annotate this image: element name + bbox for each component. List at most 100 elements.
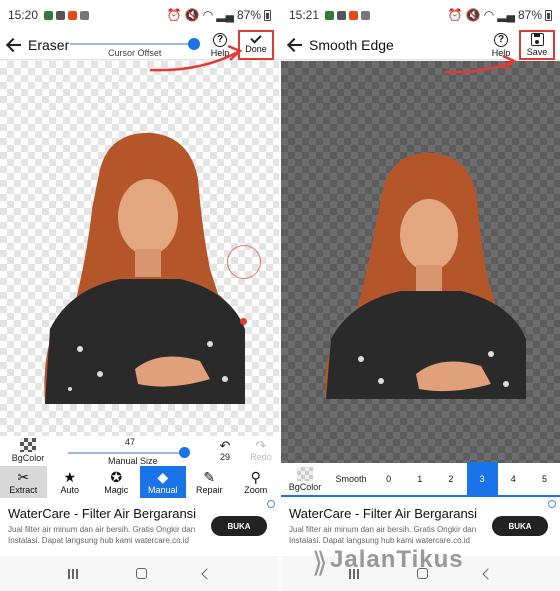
battery-icon	[545, 9, 552, 21]
signal-icon: ▂▄	[216, 8, 234, 22]
ad-description: Jual filter air minum dan air bersih. Gr…	[289, 525, 477, 545]
help-button[interactable]: ? Help	[486, 30, 516, 60]
slider-caption: Cursor Offset	[108, 48, 162, 58]
check-icon	[250, 31, 262, 44]
page-title: Eraser	[28, 36, 70, 53]
battery-icon	[264, 9, 271, 21]
status-right: ⏰ 🔇 ◠ ▂▄ 87%	[167, 8, 271, 22]
heart-icon	[68, 10, 78, 20]
bgcolor-button[interactable]: BgColor	[4, 438, 52, 463]
page-title: Smooth Edge	[309, 36, 394, 53]
alarm-icon: ⏰	[166, 8, 182, 22]
recent-apps-icon[interactable]	[68, 568, 80, 579]
back-icon[interactable]	[482, 567, 494, 580]
bgcolor-label: BgColor	[288, 481, 322, 492]
status-bar: 15:20 ⏰ 🔇 ◠ ▂▄ 87%	[0, 0, 279, 30]
home-icon[interactable]	[136, 568, 147, 579]
status-time: 15:21	[289, 8, 320, 22]
ad-banner[interactable]: WaterCare - Filter Air Bergaransi Jual f…	[0, 498, 279, 556]
battery-percent: 87%	[517, 8, 542, 22]
tool-label: Repair	[195, 485, 223, 495]
tool-zoom[interactable]: ⚲ Zoom	[233, 466, 280, 498]
status-time: 15:20	[8, 8, 39, 22]
tool-label: Auto	[60, 485, 79, 495]
notification-icons	[44, 10, 90, 20]
system-nav-bar	[0, 556, 279, 591]
smooth-label: Smooth	[335, 474, 367, 484]
status-bar: 15:21 ⏰ 🔇 ◠ ▂▄ 87%	[281, 0, 560, 30]
done-button[interactable]: Done	[238, 30, 274, 60]
ad-description: Jual filter air minum dan air bersih. Gr…	[8, 525, 196, 545]
whatsapp-icon	[44, 10, 54, 20]
tool-extract[interactable]: ✂ Extract	[0, 466, 47, 498]
undo-count: 29	[219, 452, 230, 462]
size-value: 47	[125, 437, 136, 447]
back-arrow-icon[interactable]	[6, 37, 22, 53]
star-icon: ★	[63, 469, 77, 485]
slider-track	[70, 43, 190, 45]
whatsapp-icon	[325, 10, 335, 20]
done-label: Done	[245, 43, 267, 54]
ad-choices-icon[interactable]	[267, 500, 275, 508]
smooth-level-bar: BgColor Smooth 0 1 2 3 4 5	[281, 462, 560, 497]
ad-open-button[interactable]: BUKA	[492, 516, 548, 536]
tool-repair[interactable]: ✎ Repair	[186, 466, 233, 498]
cursor-offset-slider[interactable]: Cursor Offset	[70, 34, 200, 58]
notification-icons	[325, 10, 371, 20]
redo-icon: ↷	[255, 438, 267, 453]
smooth-option-0[interactable]: 0	[373, 462, 404, 496]
jalantikus-logo-icon: ⟫	[312, 547, 328, 578]
alarm-icon: ⏰	[447, 8, 463, 22]
skype-icon	[337, 10, 347, 20]
preview-canvas[interactable]	[281, 61, 560, 463]
tool-auto[interactable]: ★ Auto	[47, 466, 94, 498]
help-icon: ?	[494, 32, 508, 47]
tool-magic[interactable]: ✪ Magic	[93, 466, 140, 498]
slider-thumb[interactable]	[179, 447, 190, 458]
eraser-cursor-dot[interactable]	[240, 318, 247, 325]
save-button[interactable]: Save	[519, 30, 555, 60]
tool-label: Extract	[9, 485, 38, 495]
subject-photo	[44, 132, 245, 404]
smooth-option-4[interactable]: 4	[498, 462, 529, 496]
eraser-screen: 15:20 ⏰ 🔇 ◠ ▂▄ 87% Eraser Cursor Offset …	[0, 0, 279, 591]
help-label: Help	[491, 47, 511, 58]
status-right: ⏰ 🔇 ◠ ▂▄ 87%	[448, 8, 552, 22]
brush-icon: ✎	[203, 469, 216, 485]
checker-swatch-icon	[297, 466, 313, 481]
editing-canvas[interactable]	[0, 61, 279, 436]
smooth-option-5[interactable]: 5	[529, 462, 560, 496]
tool-manual[interactable]: ◆ Manual	[139, 466, 186, 498]
manual-controls: BgColor 47 Manual Size ↶ 29 ↷ Redo	[0, 436, 279, 466]
image-icon	[361, 10, 371, 20]
back-icon[interactable]	[201, 567, 213, 580]
help-label: Help	[210, 47, 230, 58]
eraser-cursor-ring	[227, 245, 261, 279]
help-button[interactable]: ? Help	[205, 30, 235, 60]
heart-icon	[349, 10, 359, 20]
mute-icon: 🔇	[184, 8, 200, 22]
ad-open-button[interactable]: BUKA	[211, 516, 267, 536]
redo-label: Redo	[250, 452, 272, 462]
image-icon	[80, 10, 90, 20]
undo-icon: ↶	[219, 438, 231, 453]
tool-label: Magic	[104, 485, 129, 495]
smooth-option-2[interactable]: 2	[435, 462, 466, 496]
bgcolor-button[interactable]: BgColor	[281, 466, 329, 492]
slider-thumb[interactable]	[188, 38, 200, 50]
bgcolor-label: BgColor	[11, 453, 45, 463]
signal-icon: ▂▄	[497, 8, 515, 22]
subject-photo	[325, 152, 526, 399]
back-arrow-icon[interactable]	[287, 37, 303, 53]
tool-bar: ✂ Extract ★ Auto ✪ Magic ◆ Manual ✎ Repa…	[0, 466, 279, 498]
smooth-option-1[interactable]: 1	[404, 462, 435, 496]
smooth-option-3[interactable]: 3	[466, 462, 498, 496]
skype-icon	[56, 10, 66, 20]
ad-choices-icon[interactable]	[548, 500, 556, 508]
wifi-icon: ◠	[483, 8, 495, 22]
undo-button[interactable]: ↶ 29	[214, 438, 236, 462]
help-icon: ?	[213, 32, 227, 47]
magic-star-icon: ✪	[110, 469, 123, 485]
size-caption: Manual Size	[108, 456, 158, 466]
redo-button[interactable]: ↷ Redo	[250, 438, 272, 462]
